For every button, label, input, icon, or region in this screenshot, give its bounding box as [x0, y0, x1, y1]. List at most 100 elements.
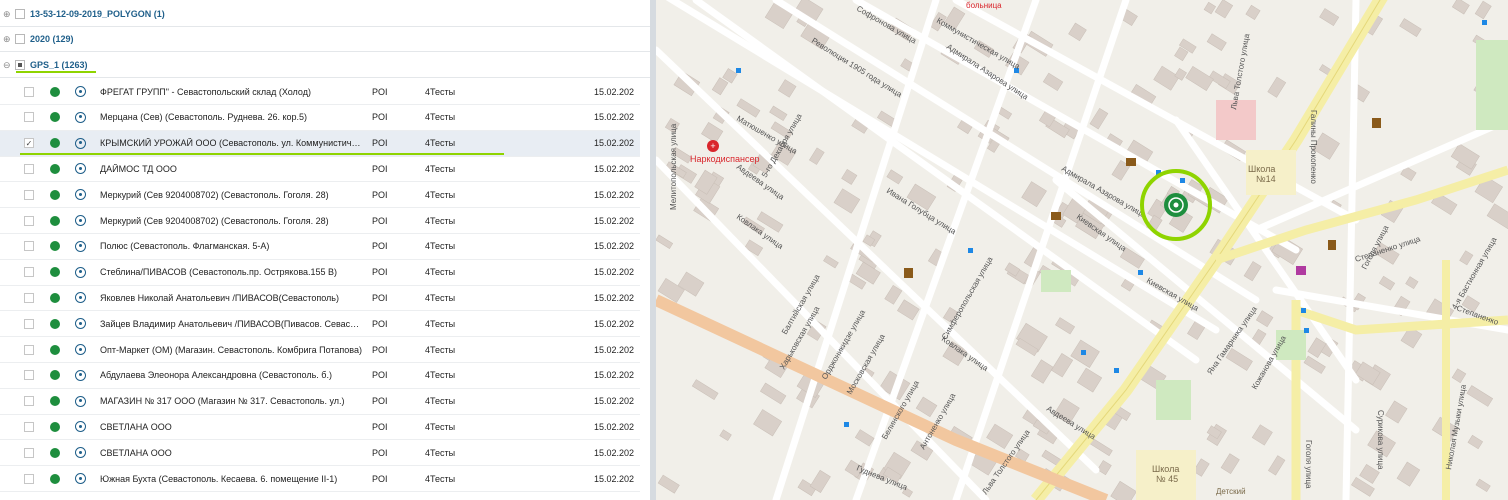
locate-target-icon[interactable] — [75, 240, 86, 252]
locate-target-icon[interactable] — [75, 215, 86, 226]
row-name: Абдулаева Элеонора Александровна (Севаст… — [100, 370, 332, 381]
row-checkbox[interactable] — [24, 344, 34, 355]
row-checkbox[interactable] — [24, 396, 34, 407]
status-dot-icon — [50, 138, 60, 149]
collapse-icon[interactable]: ⊖ — [3, 60, 13, 71]
row-checkbox[interactable] — [24, 189, 34, 200]
group-label: 2020 (129) — [30, 34, 74, 44]
row-checkbox[interactable] — [24, 86, 34, 97]
locate-target-icon[interactable] — [75, 292, 86, 304]
locate-target-icon[interactable] — [75, 344, 86, 355]
locate-target-icon[interactable] — [75, 473, 86, 484]
table-row[interactable]: Яковлев Николай Анатольевич /ПИВАСОВ(Сев… — [0, 285, 640, 312]
table-row[interactable]: Стеблина/ПИВАСОВ (Севастополь.пр. Остряк… — [0, 260, 640, 286]
map-label-kindergarten: Детский — [1216, 487, 1246, 496]
table-row[interactable]: МАГАЗИН № 317 ООО (Магазин № 317. Севаст… — [0, 389, 640, 415]
row-date: 15.02.202 — [594, 189, 635, 200]
locate-target-icon[interactable] — [75, 111, 86, 123]
street-label: Мелитопольская улица — [669, 123, 678, 210]
locate-target-icon[interactable] — [75, 266, 86, 278]
status-dot-icon — [50, 189, 60, 200]
table-row[interactable]: Абдулаева Элеонора Александровна (Севаст… — [0, 363, 640, 389]
table-row[interactable]: Опт-Маркет (ОМ) (Магазин. Севастополь. К… — [0, 337, 640, 363]
table-row[interactable]: ДАЙМОС ТД ООО POI 4Тесты 15.02.202 — [0, 156, 640, 183]
table-row[interactable]: СВЕТЛАНА ООО POI 4Тесты 15.02.202 — [0, 440, 640, 467]
map-building — [1097, 460, 1112, 476]
row-name: Зайцев Владимир Анатольевич /ПИВАСОВ(Пив… — [100, 318, 362, 329]
map-label-school: Школа — [1152, 464, 1179, 474]
row-type: POI — [372, 86, 388, 97]
locate-target-icon[interactable] — [75, 421, 86, 433]
map-building — [1319, 8, 1340, 27]
table-row[interactable]: Меркурий (Сев 9204008702) (Севастополь. … — [0, 182, 640, 209]
status-dot-icon — [50, 447, 60, 458]
row-type: POI — [372, 344, 388, 355]
table-row[interactable]: ФРЕГАТ ГРУПП" - Севастопольский склад (Х… — [0, 79, 640, 105]
locate-target-icon[interactable] — [75, 86, 86, 97]
map-building — [823, 255, 839, 269]
locate-target-icon[interactable] — [75, 318, 86, 330]
group-row-polygon[interactable]: ⊕ 13-53-12-09-2019_POLYGON (1) — [0, 2, 650, 27]
row-checkbox[interactable] — [24, 370, 34, 381]
row-type: POI — [372, 138, 388, 149]
row-category: 4Тесты — [425, 447, 456, 458]
row-category: 4Тесты — [425, 344, 456, 355]
locate-target-icon[interactable] — [75, 369, 86, 381]
map-building — [1245, 4, 1261, 20]
locate-target-icon[interactable] — [75, 189, 86, 201]
map-canvas[interactable]: + Наркодиспансер Школа №14 Школа № 45 Де… — [656, 0, 1508, 500]
row-name: МАГАЗИН № 317 ООО (Магазин № 317. Севаст… — [100, 396, 345, 407]
row-type: POI — [372, 215, 388, 226]
group-checkbox[interactable] — [15, 9, 25, 19]
row-checkbox[interactable] — [24, 163, 34, 174]
group-row-2020[interactable]: ⊕ 2020 (129) — [0, 27, 650, 52]
row-checkbox[interactable] — [24, 215, 34, 226]
map-building — [1030, 359, 1054, 384]
table-row[interactable]: Полюс (Севастополь. Флагманская. 5-А) POI… — [0, 234, 640, 260]
map-building — [1486, 203, 1508, 230]
table-row[interactable]: Зайцев Владимир Анатольевич /ПИВАСОВ(Пив… — [0, 311, 640, 338]
locate-target-icon[interactable] — [75, 163, 86, 175]
row-category: 4Тесты — [425, 163, 456, 174]
status-dot-icon — [50, 267, 60, 278]
row-checkbox[interactable] — [24, 112, 34, 123]
map-building — [1267, 76, 1287, 98]
status-dot-icon — [50, 292, 60, 303]
group-checkbox-partial[interactable] — [15, 60, 25, 70]
map-building — [1385, 400, 1408, 424]
map-building — [1220, 453, 1240, 475]
map-view[interactable]: + Наркодиспансер Школа №14 Школа № 45 Де… — [656, 0, 1508, 500]
locate-target-icon[interactable] — [75, 447, 86, 459]
map-building — [884, 284, 903, 305]
expand-icon[interactable]: ⊕ — [3, 9, 13, 20]
map-building — [1475, 478, 1491, 493]
row-category: 4Тесты — [425, 421, 456, 432]
table-row[interactable]: Меркурий (Сев 9204008702) (Севастополь. … — [0, 208, 640, 234]
map-building — [886, 169, 904, 185]
group-checkbox[interactable] — [15, 34, 25, 44]
map-building — [1225, 347, 1253, 371]
row-date: 15.02.202 — [594, 112, 635, 123]
row-checkbox[interactable] — [24, 447, 34, 458]
locate-target-icon[interactable] — [75, 395, 86, 407]
map-label-school-num: № 45 — [1156, 474, 1178, 484]
row-checkbox[interactable] — [24, 473, 34, 484]
row-name: Меркурий (Сев 9204008702) (Севастополь. … — [100, 189, 329, 200]
table-row[interactable]: СВЕТЛАНА ООО POI 4Тесты 15.02.202 — [0, 414, 640, 441]
row-checkbox[interactable] — [24, 241, 34, 252]
map-building — [711, 77, 729, 96]
row-checkbox[interactable]: ✓ — [24, 138, 34, 149]
group-row-gps1[interactable]: ⊖ GPS_1 (1263) — [0, 53, 650, 78]
street-label: Льва Толстого улица — [1229, 33, 1251, 111]
row-checkbox[interactable] — [24, 421, 34, 432]
row-checkbox[interactable] — [24, 267, 34, 278]
map-building — [777, 79, 797, 98]
table-row[interactable]: Мерцана (Сев) (Севастополь. Руднева. 26.… — [0, 105, 640, 131]
map-building — [1451, 368, 1467, 384]
status-dot-icon — [50, 344, 60, 355]
expand-icon[interactable]: ⊕ — [3, 34, 13, 45]
locate-target-icon[interactable] — [75, 137, 86, 149]
row-checkbox[interactable] — [24, 318, 34, 329]
row-checkbox[interactable] — [24, 292, 34, 303]
table-row[interactable]: Южная Бухта (Севастополь. Кесаева. 6. по… — [0, 466, 640, 492]
